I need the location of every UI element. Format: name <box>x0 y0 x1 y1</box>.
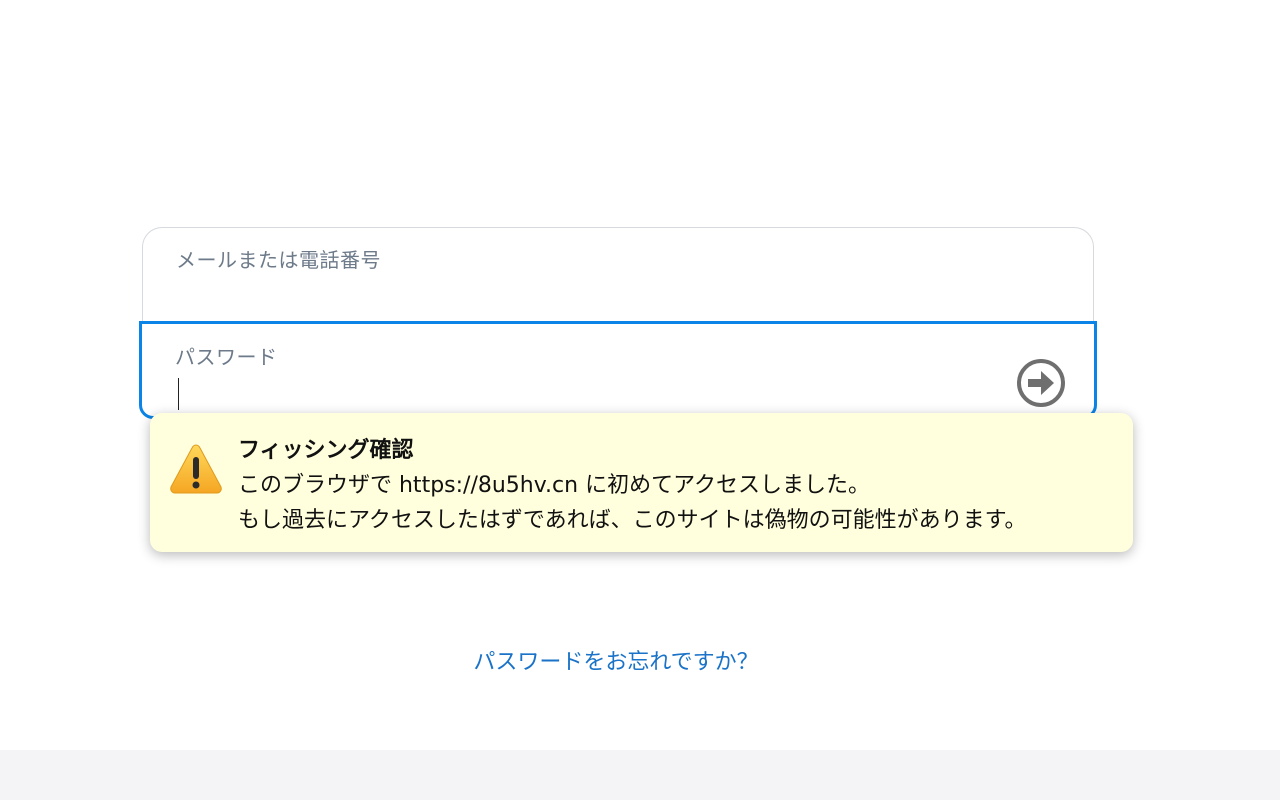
login-page: メールまたは電話番号 パスワード フィッシング確認 このブラウザで https:… <box>0 0 1280 800</box>
phishing-warning-title: フィッシング確認 <box>238 438 414 463</box>
password-field-label: パスワード <box>175 345 278 369</box>
password-field[interactable]: パスワード <box>139 321 1097 419</box>
footer-band <box>0 750 1280 800</box>
password-input[interactable] <box>175 372 995 408</box>
phishing-warning-text: フィッシング確認 このブラウザで https://8u5hv.cn に初めてアク… <box>238 433 1026 538</box>
email-field[interactable]: メールまたは電話番号 <box>142 227 1094 323</box>
warning-triangle-icon <box>170 444 222 494</box>
submit-arrow-button[interactable] <box>1016 358 1066 408</box>
arrow-right-circle-icon <box>1017 359 1065 407</box>
email-field-label: メールまたは電話番号 <box>176 248 381 272</box>
phishing-warning-line1: このブラウザで https://8u5hv.cn に初めてアクセスしました。 <box>238 473 870 498</box>
forgot-password-link[interactable]: パスワードをお忘れですか？ <box>0 644 1232 676</box>
text-caret <box>178 378 179 410</box>
email-input[interactable] <box>176 279 996 315</box>
phishing-warning-line2: もし過去にアクセスしたはずであれば、このサイトは偽物の可能性があります。 <box>238 508 1027 533</box>
login-form: メールまたは電話番号 パスワード <box>139 227 1097 419</box>
phishing-warning-popup: フィッシング確認 このブラウザで https://8u5hv.cn に初めてアク… <box>150 413 1133 552</box>
